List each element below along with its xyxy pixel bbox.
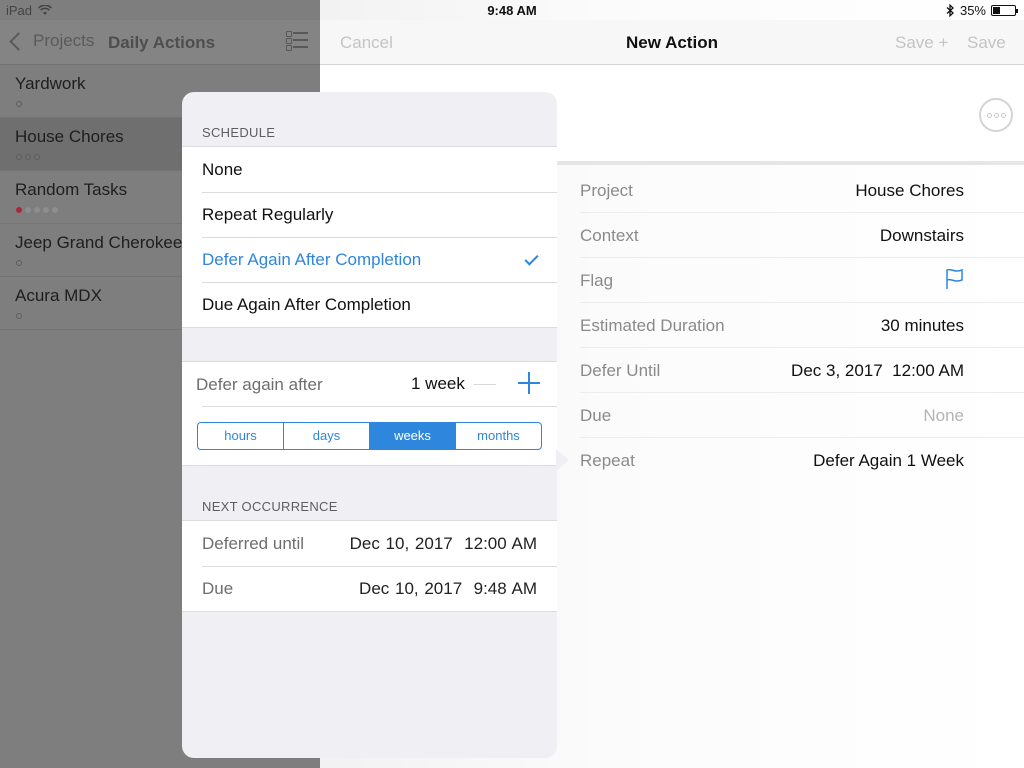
project-name: Jeep Grand Cherokee [15, 233, 183, 252]
detail-row-estimated-duration[interactable]: Estimated Duration 30 minutes [580, 303, 1024, 348]
segment-hours[interactable]: hours [198, 423, 283, 449]
chevron-left-icon [9, 31, 28, 51]
option-label: Defer Again After Completion [202, 250, 422, 269]
status-bar: iPad 9:48 AM 35% [0, 0, 1024, 20]
detail-value: None [923, 406, 964, 425]
separator [202, 406, 557, 407]
project-name: Yardwork [15, 74, 86, 93]
schedule-section-header: SCHEDULE [202, 125, 276, 140]
detail-value: Dec 3, 2017 12:00 AM [791, 361, 964, 380]
project-name: Acura MDX [15, 286, 102, 305]
detail-value: Defer Again 1 Week [813, 451, 964, 470]
next-deferred-row: Deferred until Dec 10, 2017 12:00 AM [182, 521, 557, 566]
schedule-option-repeat-regularly[interactable]: Repeat Regularly [182, 192, 557, 237]
flag-icon[interactable] [945, 268, 964, 290]
battery-icon [991, 5, 1018, 16]
status-dots [16, 260, 22, 266]
action-nav-bar: Cancel New Action Save + Save [320, 20, 1024, 65]
save-plus-button[interactable]: Save + [895, 33, 948, 53]
schedule-options: None Repeat Regularly Defer Again After … [182, 146, 557, 328]
save-button[interactable]: Save [967, 33, 1006, 53]
segment-weeks[interactable]: weeks [369, 423, 455, 449]
detail-row-defer-until[interactable]: Defer Until Dec 3, 2017 12:00 AM [580, 348, 1024, 393]
status-dots [16, 313, 22, 319]
detail-row-repeat[interactable]: Repeat Defer Again 1 Week [580, 438, 1024, 483]
project-name: House Chores [15, 127, 124, 146]
detail-label: Context [580, 226, 639, 245]
action-details: Project House Chores Context Downstairs … [580, 168, 1024, 483]
detail-row-flag[interactable]: Flag [580, 258, 1024, 303]
back-button-label: Projects [33, 31, 95, 50]
next-occurrence-header: NEXT OCCURRENCE [202, 499, 338, 514]
interval-unit-segmented-control: hours days weeks months [197, 422, 542, 450]
schedule-option-due-again[interactable]: Due Again After Completion [182, 282, 557, 327]
option-label: None [202, 160, 243, 179]
interval-value: 1 week [411, 374, 465, 393]
detail-label: Project [580, 181, 633, 200]
next-due-row: Due Dec 10, 2017 9:48 AM [182, 566, 557, 611]
detail-value: 30 minutes [880, 316, 964, 335]
detail-row-context[interactable]: Context Downstairs [580, 213, 1024, 258]
detail-label: Repeat [580, 451, 635, 470]
list-view-icon[interactable] [286, 31, 308, 52]
status-dots [16, 207, 58, 213]
interval-stepper-row: Defer again after 1 week [182, 362, 557, 407]
status-dots [16, 154, 40, 160]
battery-percent: 35% [959, 3, 986, 18]
detail-value: Downstairs [879, 226, 964, 245]
interval-label: Defer again after [196, 375, 323, 394]
detail-row-due[interactable]: Due None [580, 393, 1024, 438]
next-label: Deferred until [202, 534, 305, 553]
checkmark-icon [524, 251, 539, 266]
detail-value: House Chores [855, 181, 964, 200]
minus-icon[interactable] [474, 384, 496, 385]
battery-fill [993, 7, 1000, 14]
detail-row-project[interactable]: Project House Chores [580, 168, 1024, 213]
next-value: Dec 10, 2017 9:48 AM [359, 579, 537, 598]
status-right: 35% [946, 3, 1018, 18]
status-time: 9:48 AM [487, 3, 537, 18]
next-value: Dec 10, 2017 12:00 AM [349, 534, 537, 553]
segment-months[interactable]: months [455, 423, 541, 449]
option-label: Due Again After Completion [202, 295, 411, 314]
segment-days[interactable]: days [283, 423, 369, 449]
status-dots [16, 101, 22, 107]
detail-label: Estimated Duration [580, 316, 725, 335]
repeat-popover: SCHEDULE None Repeat Regularly Defer Aga… [182, 92, 557, 758]
plus-icon[interactable] [518, 372, 540, 394]
back-button[interactable]: Projects [8, 31, 94, 51]
project-name: Random Tasks [15, 180, 128, 199]
schedule-option-none[interactable]: None [182, 147, 557, 192]
bluetooth-icon [946, 4, 954, 17]
option-label: Repeat Regularly [202, 205, 334, 224]
detail-label: Flag [580, 271, 614, 290]
interval-settings: Defer again after 1 week hours days week… [182, 361, 557, 466]
more-options-icon[interactable] [979, 98, 1013, 132]
sidebar-nav-bar: Projects Daily Actions [0, 20, 320, 65]
schedule-option-defer-again[interactable]: Defer Again After Completion [182, 237, 557, 282]
sidebar-title: Daily Actions [108, 33, 216, 52]
detail-label: Due [580, 406, 612, 425]
detail-label: Defer Until [580, 361, 661, 380]
next-occurrence-list: Deferred until Dec 10, 2017 12:00 AM Due… [182, 520, 557, 612]
next-label: Due [202, 579, 234, 598]
popover-arrow [556, 449, 569, 471]
